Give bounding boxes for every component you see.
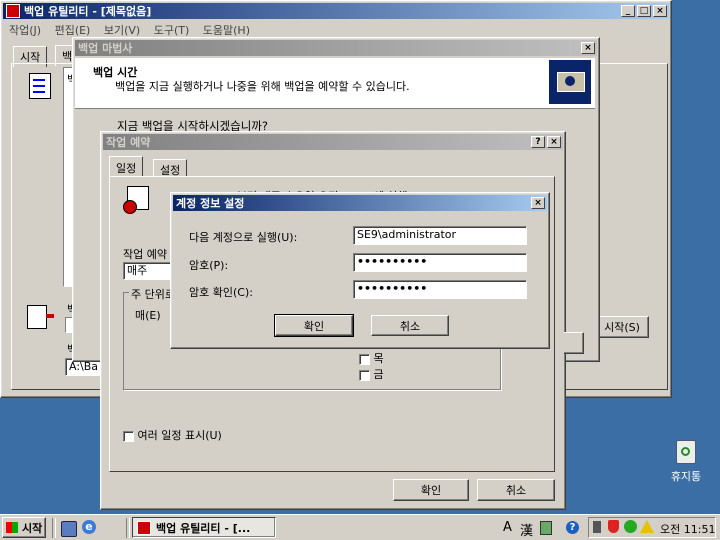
quicklaunch-separator [52,518,56,538]
menu-tools[interactable]: 도구(T) [154,24,190,37]
tab-schedule[interactable]: 일정 [109,156,144,176]
account-close-button[interactable]: × [531,197,545,209]
confirm-password-input[interactable]: •••••••••• [353,280,527,299]
run-as-label: 다음 계정으로 실행(U): [189,231,298,244]
help-icon[interactable]: ? [566,521,579,534]
windows-logo-icon [6,522,18,533]
security-shield-icon[interactable] [608,520,619,533]
main-window-title: 백업 유틸리티 - [제목없음] [24,5,152,18]
schedule-type-select[interactable]: 매주 [123,262,173,280]
account-ok-button[interactable]: 확인 [274,314,354,337]
account-title: 계정 정보 설정 [176,197,245,210]
wizard-titlebar: 백업 마법사 × [75,40,597,56]
warning-icon[interactable] [640,520,654,533]
menu-job[interactable]: 작업(J) [9,24,41,37]
menu-help[interactable]: 도움말(H) [203,24,250,37]
every-label: 매(E) [135,309,161,322]
password-label: 암호(P): [189,259,229,272]
wizard-close-button[interactable]: × [581,42,595,54]
schedule-close-button[interactable]: × [547,136,561,148]
taskbar: 시작 e 백업 유틸리티 - [... A 漢 ? 오전 11:51 [0,514,720,540]
confirm-password-label: 암호 확인(C): [189,286,253,299]
taskbar-backup-label: 백업 유틸리티 - [... [156,521,251,535]
minimize-button[interactable]: _ [621,5,635,17]
multi-schedule-option[interactable]: 여러 일정 표시(U) [123,427,222,443]
wizard-partial-button[interactable] [564,332,584,354]
friday-checkbox[interactable] [359,369,370,381]
recycle-bin-icon [676,440,696,464]
schedule-type-label: 작업 예약 [123,248,167,261]
document-arrow-icon [27,305,54,329]
ie-icon[interactable]: e [82,520,96,534]
wizard-title: 백업 마법사 [78,42,133,55]
menu-view[interactable]: 보기(V) [104,24,140,37]
menu-bar: 작업(J) 편집(E) 보기(V) 도구(T) 도움말(H) [9,22,260,38]
wizard-header-desc: 백업을 지금 실행하거나 나중을 위해 백업을 예약할 수 있습니다. [115,80,410,93]
backup-app-icon [6,4,20,18]
schedule-calendar-icon [123,186,149,214]
friday-label: 금 [373,368,384,381]
thursday-checkbox[interactable] [359,353,370,365]
day-friday[interactable]: 금 [359,366,384,382]
account-dialog: 계정 정보 설정 × 다음 계정으로 실행(U): SE9\administra… [170,192,550,349]
day-thursday[interactable]: 목 [359,350,384,366]
maximize-button[interactable]: □ [637,5,651,17]
start-backup-button[interactable]: 시작(S) [595,316,649,338]
schedule-titlebar: 작업 예약 ? × [103,134,563,150]
menu-edit[interactable]: 편집(E) [55,24,91,37]
wizard-header: 백업 시간 백업을 지금 실행하거나 나중을 위해 백업을 예약할 수 있습니다… [75,58,595,109]
start-button[interactable]: 시작 [2,517,46,538]
schedule-title: 작업 예약 [106,136,151,149]
checklist-icon [29,73,51,99]
clock: 오전 11:51 [660,523,716,536]
account-cancel-button[interactable]: 취소 [371,315,449,336]
network-icon[interactable] [593,521,601,533]
password-input[interactable]: •••••••••• [353,253,527,272]
taskbar-backup-button[interactable]: 백업 유틸리티 - [... [132,517,276,538]
backup-schedule-icon [549,60,591,104]
recycle-bin-label: 휴지통 [670,470,702,483]
schedule-help-button[interactable]: ? [531,136,545,148]
main-titlebar: 백업 유틸리티 - [제목없음] _ □ × [3,3,669,19]
schedule-cancel-button[interactable]: 취소 [477,479,555,501]
ime-han[interactable]: 漢 [520,520,533,539]
ime-toggle-icon[interactable] [540,521,552,535]
ime-a[interactable]: A [503,520,512,535]
multi-schedule-label: 여러 일정 표시(U) [137,429,222,442]
multi-schedule-checkbox[interactable] [123,430,134,442]
update-icon[interactable] [624,520,637,533]
tab-settings[interactable]: 설정 [153,159,188,177]
schedule-ok-button[interactable]: 확인 [393,479,469,501]
recycle-bin[interactable]: 휴지통 [664,438,708,486]
account-titlebar: 계정 정보 설정 × [173,195,547,211]
close-button[interactable]: × [653,5,667,17]
start-label: 시작 [22,521,43,535]
run-as-input[interactable]: SE9\administrator [353,226,527,245]
taskbar-backup-icon [137,520,151,535]
thursday-label: 목 [373,352,384,365]
show-desktop-icon[interactable] [61,521,77,537]
quicklaunch-separator-2 [126,518,130,538]
